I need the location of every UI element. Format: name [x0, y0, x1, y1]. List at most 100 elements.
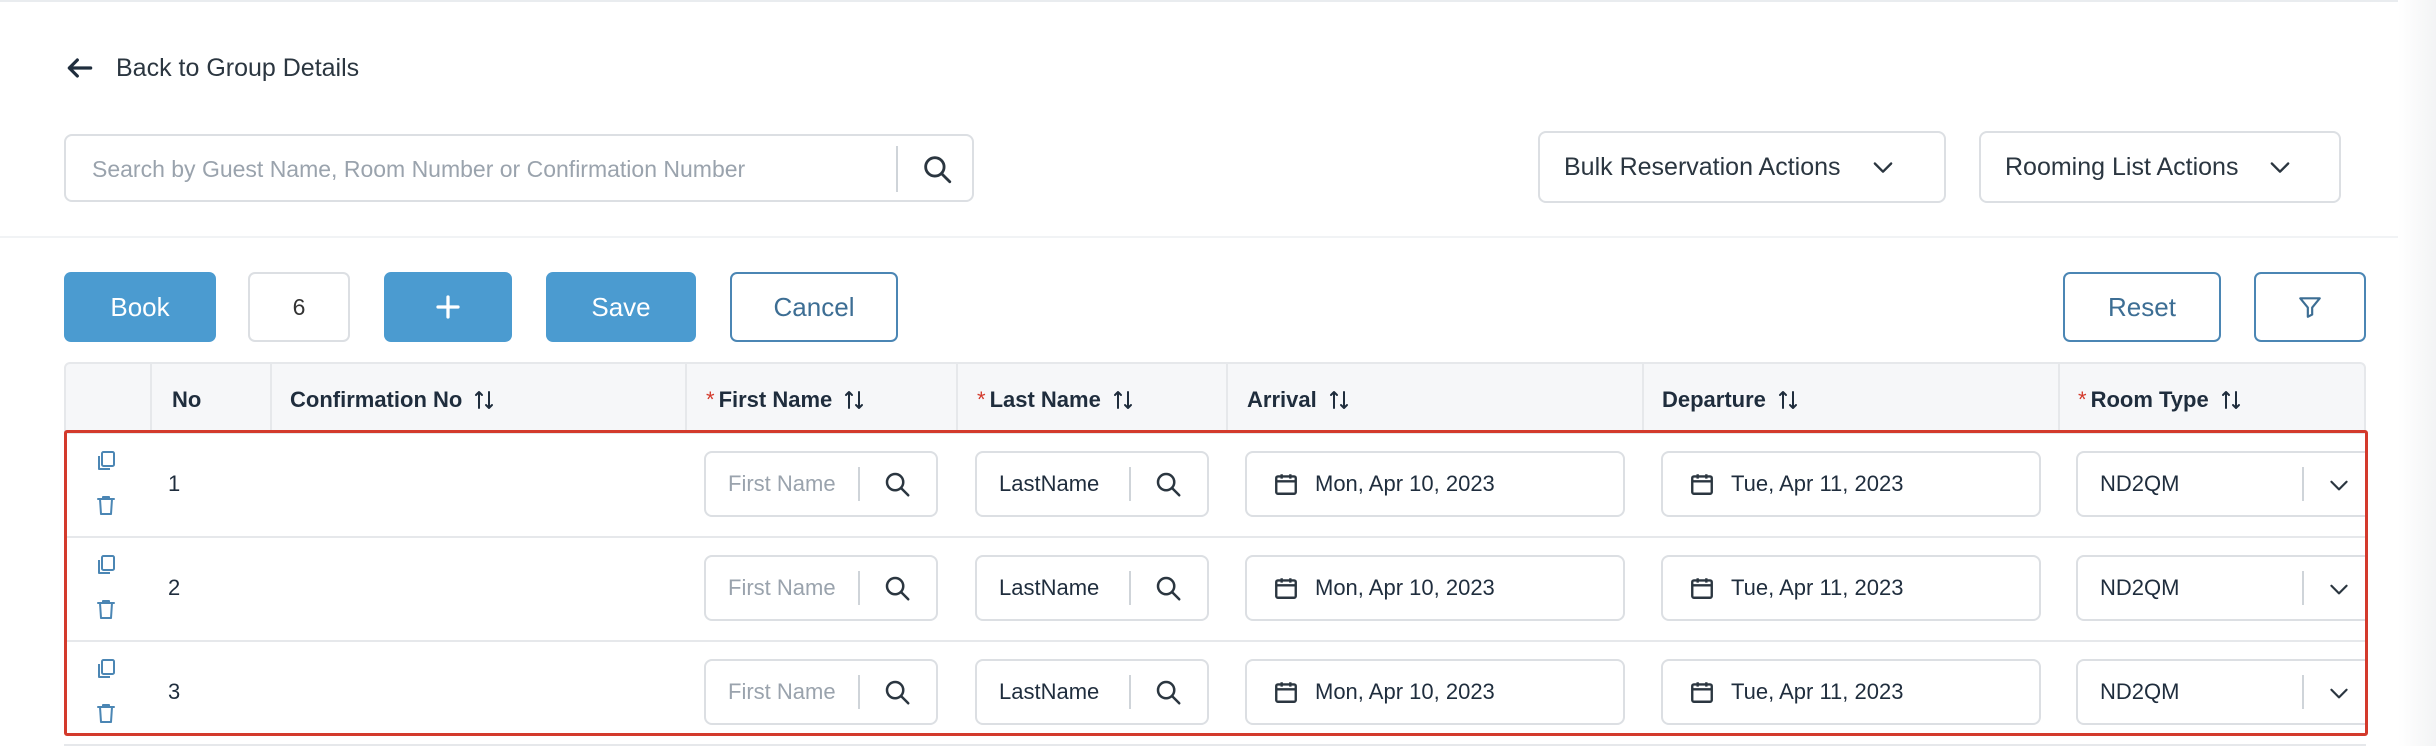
col-arrival-label: Arrival: [1247, 387, 1317, 412]
section-divider: [0, 236, 2436, 238]
cancel-button[interactable]: Cancel: [730, 272, 898, 342]
rooming-list-actions-dropdown[interactable]: Rooming List Actions: [1979, 131, 2341, 203]
col-first-name-label: First Name: [718, 387, 833, 412]
row-number: 1: [168, 471, 181, 496]
arrow-left-icon: [67, 58, 93, 78]
departure-date-field[interactable]: Tue, Apr 11, 2023: [1661, 659, 2041, 725]
sort-icon[interactable]: [1327, 388, 1351, 412]
search-icon[interactable]: [882, 677, 912, 707]
search-input[interactable]: [90, 150, 934, 188]
col-departure-label: Departure: [1662, 387, 1766, 412]
bulk-actions-label: Bulk Reservation Actions: [1564, 152, 1841, 181]
arrival-date-field[interactable]: Mon, Apr 10, 2023: [1245, 451, 1625, 517]
last-name-field[interactable]: LastName: [975, 451, 1209, 517]
search-icon[interactable]: [1153, 469, 1183, 499]
add-row-button[interactable]: [384, 272, 512, 342]
last-name-field[interactable]: LastName: [975, 659, 1209, 725]
departure-date-value: Tue, Apr 11, 2023: [1731, 679, 1904, 704]
col-no-label: No: [172, 387, 202, 412]
sort-icon[interactable]: [1111, 388, 1135, 412]
row-actions: [94, 656, 118, 726]
room-type-value: ND2QM: [2100, 471, 2180, 496]
chevron-down-icon: [1873, 162, 1892, 173]
col-departure[interactable]: Departure: [1662, 364, 1800, 436]
first-name-placeholder: First Name: [728, 679, 836, 704]
search-icon[interactable]: [882, 469, 912, 499]
first-name-placeholder: First Name: [728, 471, 836, 496]
last-name-value: LastName: [999, 471, 1100, 496]
arrival-date-value: Mon, Apr 10, 2023: [1315, 679, 1495, 704]
search-icon[interactable]: [1153, 677, 1183, 707]
back-label: Back to Group Details: [116, 53, 360, 82]
table-row: 2 First Name LastName Mon, Apr 10, 2023 …: [64, 538, 2366, 642]
col-confirmation[interactable]: Confirmation No: [290, 364, 496, 436]
table-header: No Confirmation No * First Name * Last Nam…: [64, 362, 2366, 434]
search-icon[interactable]: [1153, 573, 1183, 603]
required-marker: *: [977, 387, 986, 412]
plus-icon: [436, 295, 460, 319]
row-number: 2: [168, 575, 181, 600]
save-button[interactable]: Save: [546, 272, 696, 342]
row-actions: [94, 448, 118, 518]
sort-icon[interactable]: [1776, 388, 1800, 412]
col-last-name-label: Last Name: [989, 387, 1101, 412]
table-row: 1 First Name LastName Mon, Apr 10, 2023 …: [64, 434, 2366, 538]
departure-date-field[interactable]: Tue, Apr 11, 2023: [1661, 451, 2041, 517]
reset-button[interactable]: Reset: [2063, 272, 2221, 342]
chevron-down-icon[interactable]: [2326, 576, 2352, 602]
calendar-icon: [1275, 682, 1297, 703]
table-row: 3 First Name LastName Mon, Apr 10, 2023 …: [64, 642, 2366, 746]
back-to-group-details-link[interactable]: Back to Group Details: [64, 48, 359, 88]
first-name-field[interactable]: First Name: [704, 659, 938, 725]
sort-icon[interactable]: [842, 388, 866, 412]
departure-date-value: Tue, Apr 11, 2023: [1731, 471, 1904, 496]
row-actions: [94, 552, 118, 622]
copy-icon[interactable]: [94, 448, 118, 474]
room-type-select[interactable]: ND2QM: [2076, 659, 2366, 725]
col-room-type[interactable]: * Room Type: [2078, 364, 2243, 436]
chevron-down-icon[interactable]: [2326, 680, 2352, 706]
quantity-input[interactable]: 6: [248, 272, 350, 342]
trash-icon[interactable]: [94, 492, 118, 518]
room-type-select[interactable]: ND2QM: [2076, 451, 2366, 517]
page-edge-shadow: [2398, 0, 2436, 746]
sort-icon[interactable]: [2219, 388, 2243, 412]
col-last-name[interactable]: * Last Name: [977, 364, 1135, 436]
top-border: [0, 0, 2436, 2]
trash-icon[interactable]: [94, 596, 118, 622]
col-first-name[interactable]: * First Name: [706, 364, 866, 436]
departure-date-field[interactable]: Tue, Apr 11, 2023: [1661, 555, 2041, 621]
filter-button[interactable]: [2254, 272, 2366, 342]
arrival-date-field[interactable]: Mon, Apr 10, 2023: [1245, 659, 1625, 725]
search-icon[interactable]: [920, 152, 954, 186]
last-name-field[interactable]: LastName: [975, 555, 1209, 621]
rooming-actions-label: Rooming List Actions: [2005, 152, 2239, 181]
search-box: [64, 134, 974, 202]
bulk-reservation-actions-dropdown[interactable]: Bulk Reservation Actions: [1538, 131, 1946, 203]
field-separator: [1129, 571, 1131, 605]
calendar-icon: [1691, 578, 1713, 599]
copy-icon[interactable]: [94, 552, 118, 578]
last-name-value: LastName: [999, 679, 1100, 704]
room-type-select[interactable]: ND2QM: [2076, 555, 2366, 621]
field-separator: [2302, 571, 2304, 605]
copy-icon[interactable]: [94, 656, 118, 682]
field-separator: [2302, 467, 2304, 501]
chevron-down-icon[interactable]: [2326, 472, 2352, 498]
departure-date-value: Tue, Apr 11, 2023: [1731, 575, 1904, 600]
room-type-value: ND2QM: [2100, 679, 2180, 704]
chevron-down-icon: [2271, 162, 2290, 173]
first-name-field[interactable]: First Name: [704, 555, 938, 621]
required-marker: *: [706, 387, 715, 412]
sort-icon[interactable]: [472, 388, 496, 412]
calendar-icon: [1275, 474, 1297, 495]
col-arrival[interactable]: Arrival: [1247, 364, 1351, 436]
trash-icon[interactable]: [94, 700, 118, 726]
first-name-field[interactable]: First Name: [704, 451, 938, 517]
search-icon[interactable]: [882, 573, 912, 603]
last-name-value: LastName: [999, 575, 1100, 600]
book-button[interactable]: Book: [64, 272, 216, 342]
first-name-placeholder: First Name: [728, 575, 836, 600]
field-separator: [858, 571, 860, 605]
arrival-date-field[interactable]: Mon, Apr 10, 2023: [1245, 555, 1625, 621]
